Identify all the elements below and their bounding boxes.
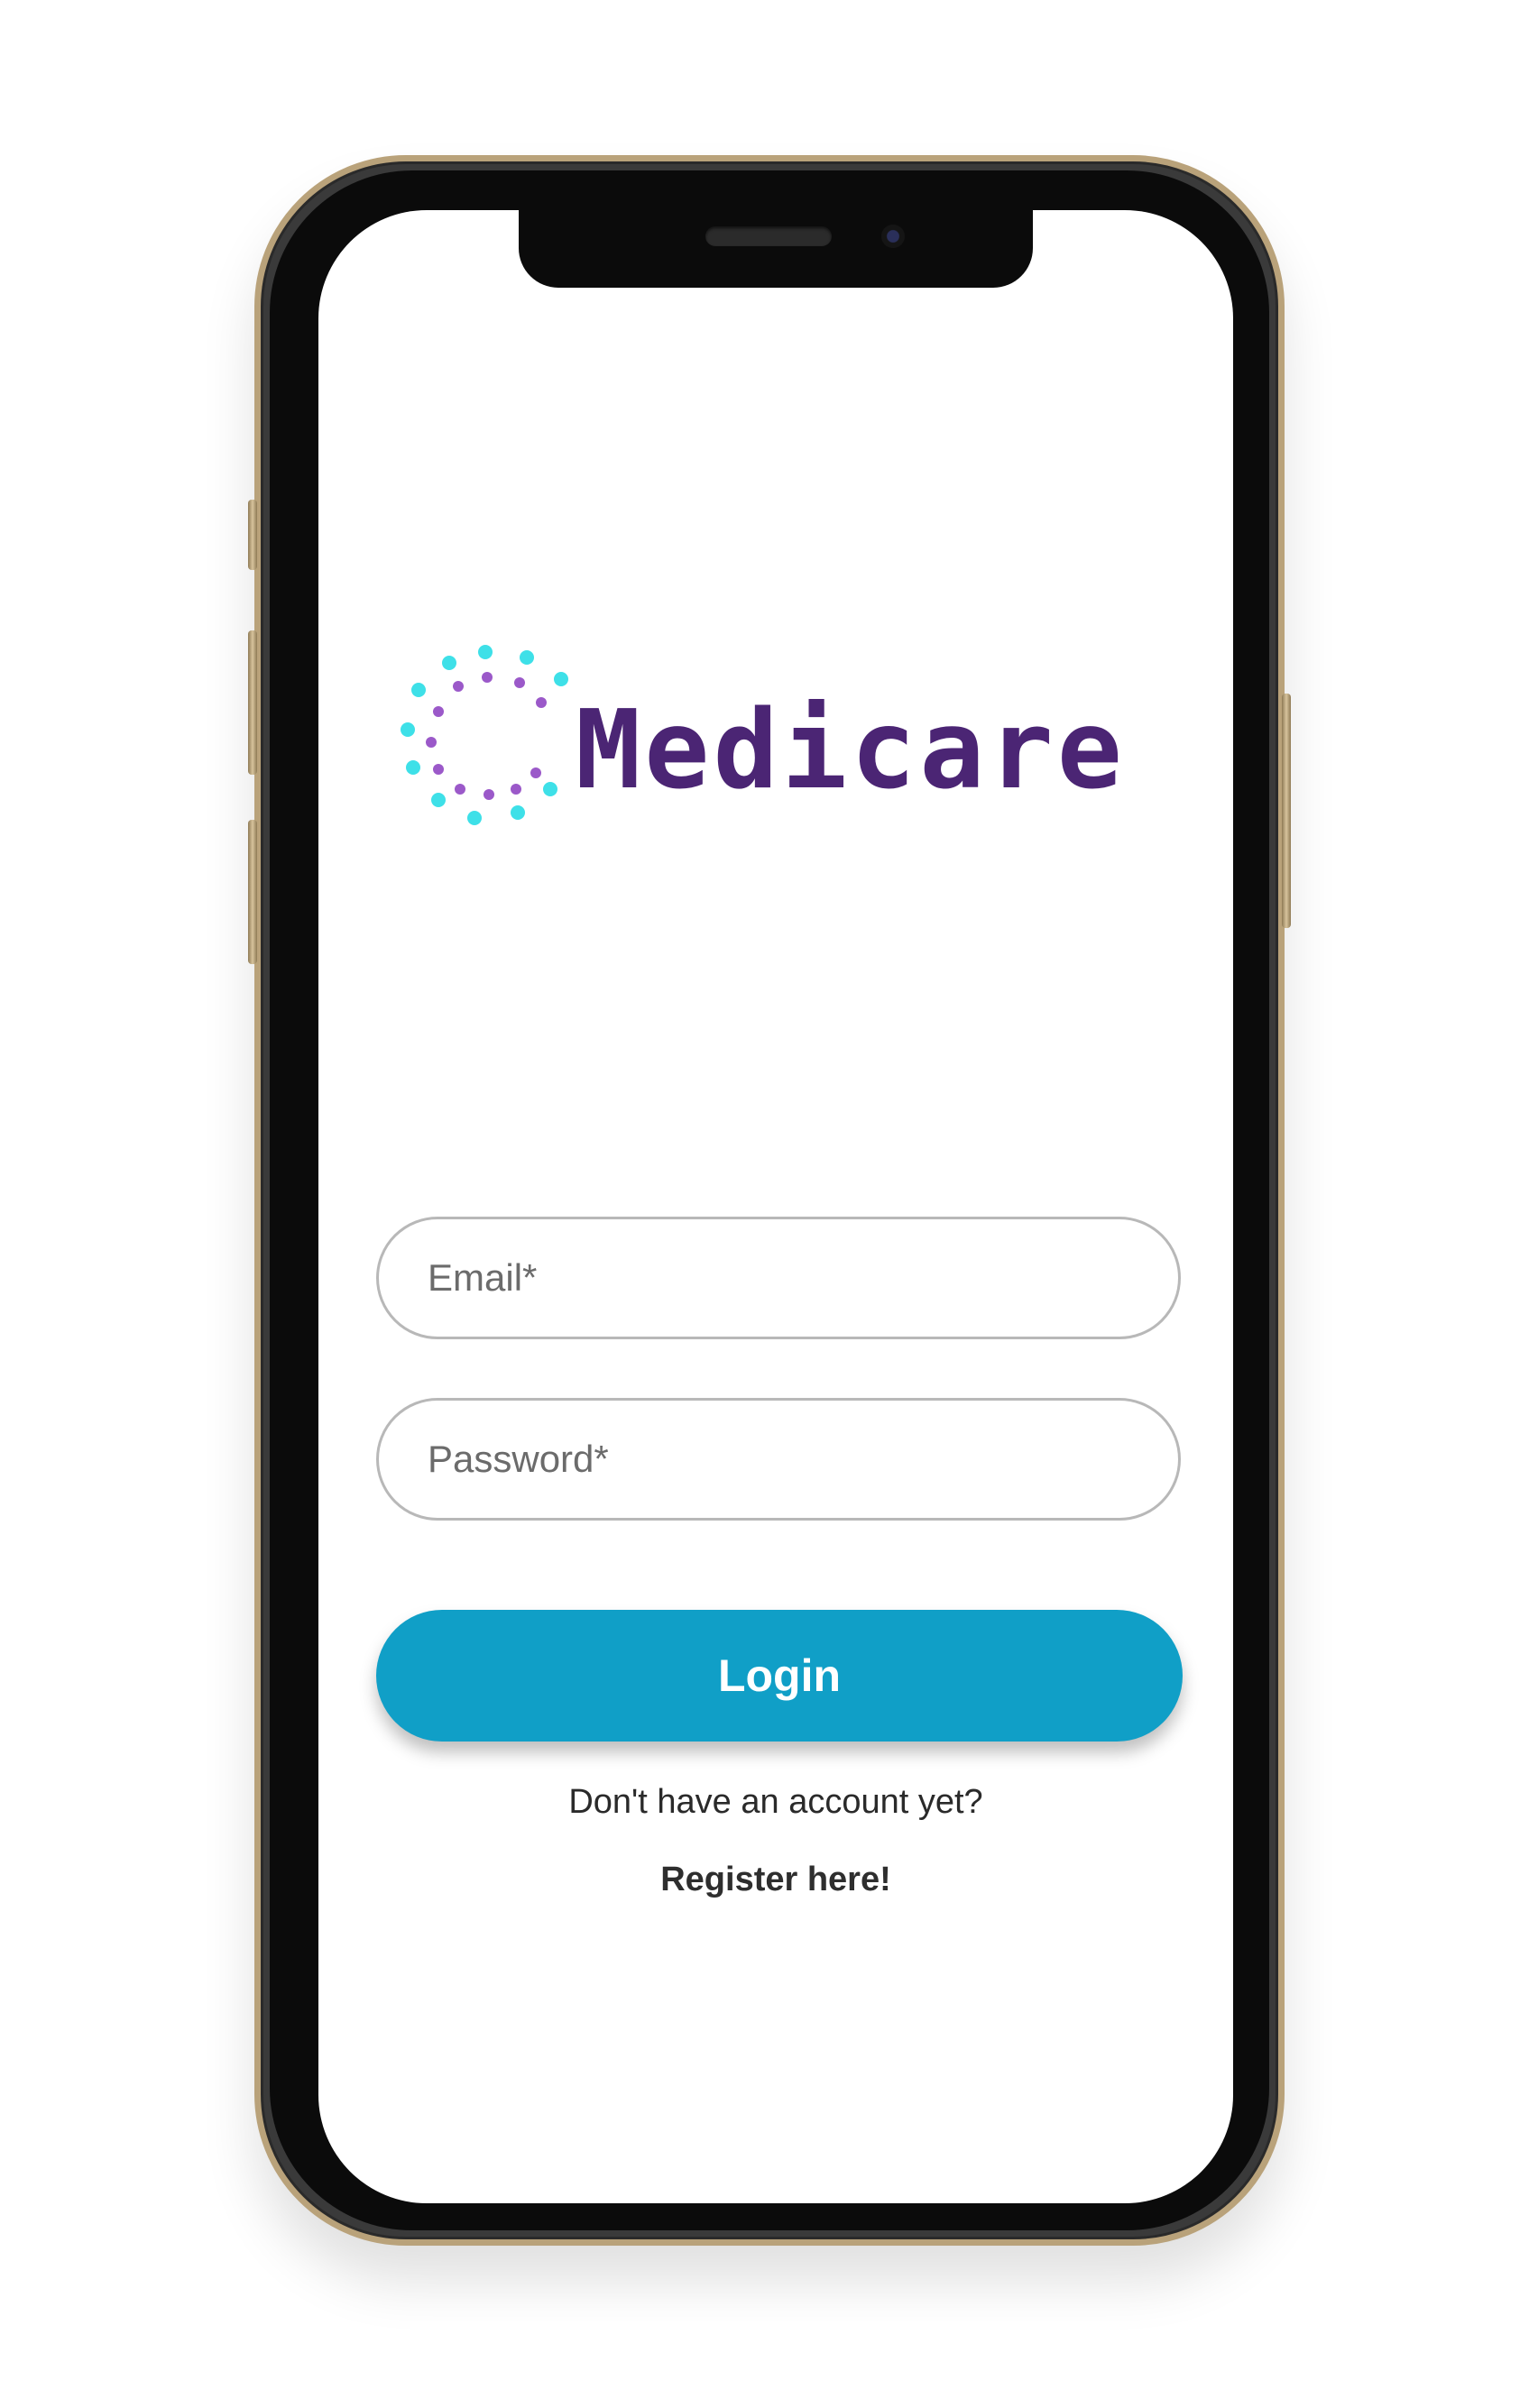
front-camera-icon [881,225,905,248]
volume-up-button [248,630,257,775]
power-button [1282,694,1291,928]
notch [519,210,1033,288]
brand-name: Medicare [576,688,1126,813]
email-field[interactable] [376,1217,1181,1339]
register-link[interactable]: Register here! [660,1861,891,1898]
password-input[interactable] [426,1437,1131,1482]
phone-frame: Medicare Login Don't have an account yet… [248,155,1291,2246]
phone-screen: Medicare Login Don't have an account yet… [318,210,1233,2203]
dots-circle-icon [401,645,568,825]
login-button[interactable]: Login [376,1610,1183,1742]
medicare-logo: Medicare [395,641,1171,840]
password-field[interactable] [376,1398,1181,1521]
speaker-grille [705,226,832,246]
email-input[interactable] [426,1255,1131,1301]
volume-down-button [248,820,257,964]
no-account-text: Don't have an account yet? [568,1783,983,1821]
silent-switch [248,500,257,570]
register-row: Register here! [318,1861,1233,1899]
